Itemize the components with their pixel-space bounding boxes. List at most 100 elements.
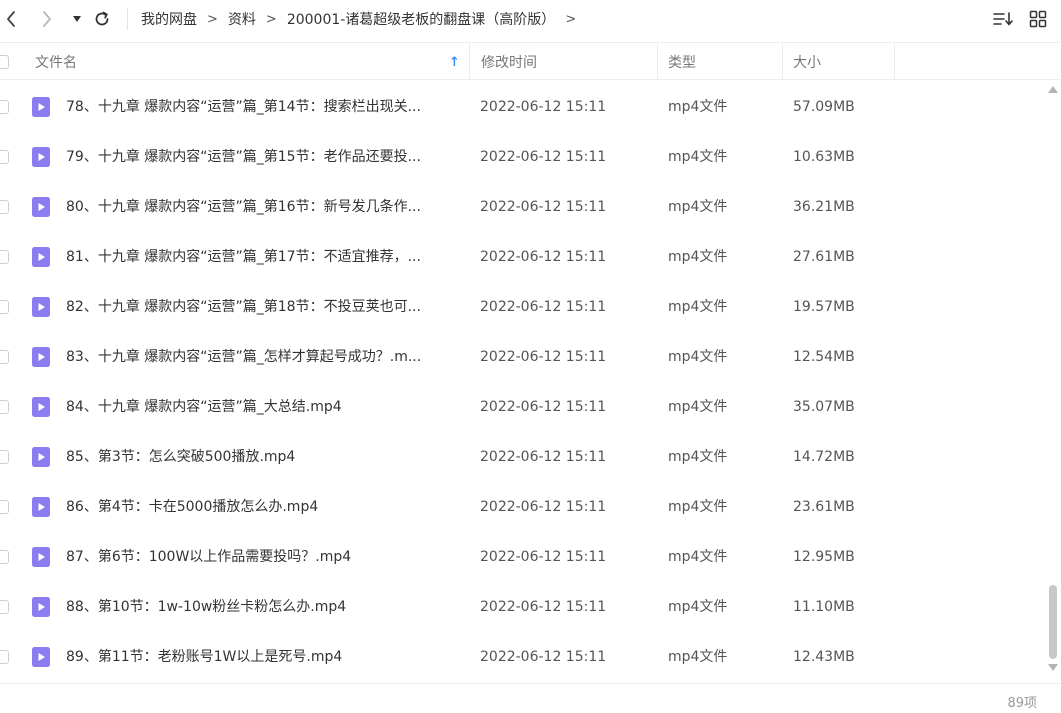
row-checkbox[interactable] (0, 150, 9, 164)
video-file-icon (32, 147, 50, 167)
scrollbar-thumb[interactable] (1049, 585, 1057, 659)
file-type: mp4文件 (668, 99, 728, 115)
file-modified-time: 2022-06-12 15:11 (480, 399, 607, 415)
back-button[interactable] (0, 8, 22, 30)
file-name[interactable]: 83、十九章 爆款内容“运营”篇_怎样才算起号成功？.m... (66, 332, 461, 382)
refresh-icon (95, 11, 109, 26)
video-file-icon (32, 347, 50, 367)
file-size: 27.61MB (793, 249, 855, 265)
file-modified-time: 2022-06-12 15:11 (480, 149, 607, 165)
file-modified-time: 2022-06-12 15:11 (480, 249, 607, 265)
file-row[interactable]: 87、第6节：100W以上作品需要投吗？.mp4 2022-06-12 15:1… (0, 532, 1045, 582)
video-file-icon (32, 97, 50, 117)
file-modified-time: 2022-06-12 15:11 (480, 349, 607, 365)
file-modified-time: 2022-06-12 15:11 (480, 499, 607, 515)
file-size: 12.43MB (793, 649, 855, 665)
toolbar-divider (127, 8, 128, 30)
file-name[interactable]: 87、第6节：100W以上作品需要投吗？.mp4 (66, 532, 461, 582)
column-header-size-label: 大小 (793, 55, 821, 71)
scroll-down-arrow-icon[interactable] (1048, 664, 1058, 671)
column-divider[interactable] (894, 43, 895, 81)
breadcrumb: 我的网盘 > 资料 > 200001-诸葛超级老板的翻盘课（高阶版） > (141, 9, 586, 29)
history-dropdown-button[interactable] (66, 8, 88, 30)
row-checkbox[interactable] (0, 400, 9, 414)
file-size: 19.57MB (793, 299, 855, 315)
file-type: mp4文件 (668, 599, 728, 615)
column-header-name[interactable]: 文件名 ↑ (35, 43, 465, 81)
item-count: 89项 (1007, 696, 1037, 711)
footer-divider (0, 683, 1061, 684)
row-checkbox[interactable] (0, 450, 9, 464)
file-type: mp4文件 (668, 499, 728, 515)
row-checkbox[interactable] (0, 200, 9, 214)
video-file-icon (32, 547, 50, 567)
sort-ascending-icon: ↑ (449, 54, 460, 70)
file-name[interactable]: 78、十九章 爆款内容“运营”篇_第14节：搜索栏出现关... (66, 82, 461, 132)
breadcrumb-item-materials[interactable]: 资料 (228, 9, 256, 29)
file-row[interactable]: 81、十九章 爆款内容“运营”篇_第17节：不适宜推荐，... 2022-06-… (0, 232, 1045, 282)
select-all-checkbox[interactable] (0, 43, 9, 81)
forward-button[interactable] (36, 8, 58, 30)
file-name[interactable]: 84、十九章 爆款内容“运营”篇_大总结.mp4 (66, 382, 461, 432)
checkbox[interactable] (0, 55, 9, 69)
breadcrumb-item-current-folder[interactable]: 200001-诸葛超级老板的翻盘课（高阶版） (287, 9, 556, 29)
file-row[interactable]: 80、十九章 爆款内容“运营”篇_第16节：新号发几条作... 2022-06-… (0, 182, 1045, 232)
file-modified-time: 2022-06-12 15:11 (480, 649, 607, 665)
video-file-icon (32, 297, 50, 317)
file-size: 36.21MB (793, 199, 855, 215)
file-name[interactable]: 80、十九章 爆款内容“运营”篇_第16节：新号发几条作... (66, 182, 461, 232)
file-row[interactable]: 82、十九章 爆款内容“运营”篇_第18节：不投豆荚也可... 2022-06-… (0, 282, 1045, 332)
file-row[interactable]: 83、十九章 爆款内容“运营”篇_怎样才算起号成功？.m... 2022-06-… (0, 332, 1045, 382)
file-size: 57.09MB (793, 99, 855, 115)
refresh-button[interactable] (90, 7, 114, 31)
file-size: 14.72MB (793, 449, 855, 465)
scroll-up-arrow-icon[interactable] (1048, 86, 1058, 93)
file-row[interactable]: 86、第4节：卡在5000播放怎么办.mp4 2022-06-12 15:11 … (0, 482, 1045, 532)
video-file-icon (32, 247, 50, 267)
breadcrumb-separator: > (565, 11, 577, 27)
top-navigation-bar: 我的网盘 > 资料 > 200001-诸葛超级老板的翻盘课（高阶版） > (0, 0, 1061, 38)
row-checkbox[interactable] (0, 350, 9, 364)
row-checkbox[interactable] (0, 250, 9, 264)
file-list: 78、十九章 爆款内容“运营”篇_第14节：搜索栏出现关... 2022-06-… (0, 82, 1045, 682)
column-header-modified[interactable]: 修改时间 (481, 43, 537, 81)
file-row[interactable]: 85、第3节：怎么突破500播放.mp4 2022-06-12 15:11 mp… (0, 432, 1045, 482)
column-header-type[interactable]: 类型 (668, 43, 696, 81)
grid-view-icon (1029, 10, 1047, 28)
row-checkbox[interactable] (0, 300, 9, 314)
file-type: mp4文件 (668, 349, 728, 365)
file-name[interactable]: 86、第4节：卡在5000播放怎么办.mp4 (66, 482, 461, 532)
file-row[interactable]: 84、十九章 爆款内容“运营”篇_大总结.mp4 2022-06-12 15:1… (0, 382, 1045, 432)
sort-button[interactable] (990, 7, 1016, 31)
file-name[interactable]: 79、十九章 爆款内容“运营”篇_第15节：老作品还要投... (66, 132, 461, 182)
column-divider[interactable] (657, 43, 658, 81)
file-name[interactable]: 82、十九章 爆款内容“运营”篇_第18节：不投豆荚也可... (66, 282, 461, 332)
column-header-size[interactable]: 大小 (793, 43, 821, 81)
row-checkbox[interactable] (0, 550, 9, 564)
file-name[interactable]: 85、第3节：怎么突破500播放.mp4 (66, 432, 461, 482)
file-row[interactable]: 88、第10节：1w-10w粉丝卡粉怎么办.mp4 2022-06-12 15:… (0, 582, 1045, 632)
file-list-header: 文件名 ↑ 修改时间 类型 大小 (0, 42, 1061, 81)
file-row[interactable]: 78、十九章 爆款内容“运营”篇_第14节：搜索栏出现关... 2022-06-… (0, 82, 1045, 132)
file-size: 23.61MB (793, 499, 855, 515)
file-name[interactable]: 89、第11节：老粉账号1W以上是死号.mp4 (66, 632, 461, 682)
column-divider[interactable] (469, 43, 470, 81)
chevron-right-icon (43, 11, 51, 27)
file-name[interactable]: 88、第10节：1w-10w粉丝卡粉怎么办.mp4 (66, 582, 461, 632)
view-toggle-button[interactable] (1026, 7, 1050, 31)
row-checkbox[interactable] (0, 650, 9, 664)
row-checkbox[interactable] (0, 100, 9, 114)
row-checkbox[interactable] (0, 600, 9, 614)
column-header-modified-label: 修改时间 (481, 55, 537, 71)
file-name[interactable]: 81、十九章 爆款内容“运营”篇_第17节：不适宜推荐，... (66, 232, 461, 282)
video-file-icon (32, 447, 50, 467)
column-divider[interactable] (782, 43, 783, 81)
file-type: mp4文件 (668, 199, 728, 215)
caret-down-icon (73, 16, 81, 22)
file-row[interactable]: 79、十九章 爆款内容“运营”篇_第15节：老作品还要投... 2022-06-… (0, 132, 1045, 182)
row-checkbox[interactable] (0, 500, 9, 514)
file-row[interactable]: 89、第11节：老粉账号1W以上是死号.mp4 2022-06-12 15:11… (0, 632, 1045, 682)
file-type: mp4文件 (668, 649, 728, 665)
file-modified-time: 2022-06-12 15:11 (480, 199, 607, 215)
breadcrumb-item-my-drive[interactable]: 我的网盘 (141, 9, 197, 29)
